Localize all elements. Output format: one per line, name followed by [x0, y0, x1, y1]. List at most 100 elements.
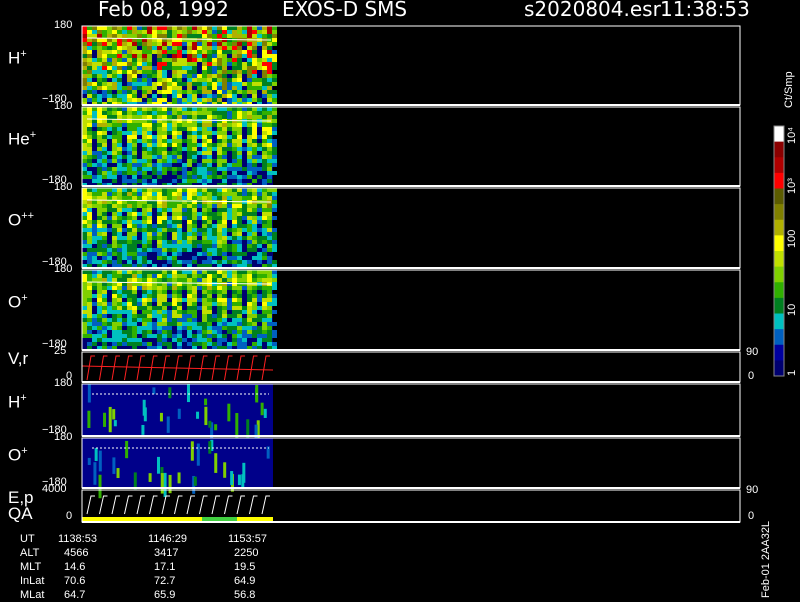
heatmap-cell [257, 159, 262, 163]
heatmap-cell [137, 139, 142, 143]
heatmap-cell [172, 70, 177, 74]
heatmap-cell [272, 216, 277, 220]
heatmap-cell [112, 314, 117, 318]
heatmap-cell [172, 42, 177, 46]
heatmap-cell [137, 204, 142, 208]
colorbar-segment [774, 313, 784, 330]
heatmap-cell [147, 260, 152, 264]
heatmap-cell [207, 282, 212, 286]
heatmap-cell [147, 232, 152, 236]
heatmap-cell [257, 338, 262, 342]
heatmap-cell [122, 252, 127, 256]
heatmap-cell [247, 90, 252, 94]
panel-label-vr: V,r [8, 349, 28, 369]
heatmap-cell [237, 334, 242, 338]
heatmap-cell [162, 270, 167, 274]
heatmap-cell [212, 78, 217, 82]
heatmap-cell [117, 163, 122, 167]
heatmap-cell [237, 212, 242, 216]
heatmap-cell [232, 252, 237, 256]
heatmap-cell [252, 294, 257, 298]
heatmap-cell [117, 196, 122, 200]
heatmap-cell [147, 310, 152, 314]
heatmap-cell [192, 188, 197, 192]
heatmap-cell [247, 196, 252, 200]
heatmap-cell [182, 179, 187, 183]
heatmap-cell [92, 318, 97, 322]
heatmap-cell [187, 216, 192, 220]
heatmap-cell [242, 115, 247, 119]
heatmap-cell [157, 58, 162, 62]
heatmap-cell [102, 147, 107, 151]
heatmap-cell [152, 135, 157, 139]
heatmap-cell [212, 196, 217, 200]
heatmap-cell [162, 127, 167, 131]
heatmap-cell [257, 274, 262, 278]
heatmap-cell [208, 441, 212, 454]
heatmap-cell [232, 127, 237, 131]
heatmap-cell [227, 107, 232, 111]
heatmap-cell [127, 135, 132, 139]
heatmap-cell [187, 143, 192, 147]
heatmap-cell [112, 204, 117, 208]
heatmap-cell [252, 224, 257, 228]
heatmap-cell [202, 260, 207, 264]
energy-trace [136, 495, 145, 515]
heatmap-cell [217, 155, 222, 159]
energy-trace [211, 495, 220, 515]
heatmap-cell [137, 330, 142, 334]
velocity-trace [86, 355, 95, 381]
heatmap-cell [112, 330, 117, 334]
heatmap-cell [207, 98, 212, 102]
heatmap-cell [167, 302, 172, 306]
heatmap-cell [197, 50, 202, 54]
heatmap-cell [87, 94, 92, 98]
heatmap-cell [117, 318, 122, 322]
heatmap-cell [207, 208, 212, 212]
heatmap-cell [112, 34, 117, 38]
energy-trace [236, 495, 245, 515]
heatmap-cell [82, 192, 87, 196]
heatmap-cell [227, 244, 232, 248]
heatmap-cell [177, 326, 182, 330]
heatmap-cell [87, 127, 92, 131]
heatmap-cell [87, 34, 92, 38]
heatmap-cell [237, 290, 242, 294]
heatmap-cell [177, 131, 182, 135]
heatmap-cell [232, 326, 237, 330]
heatmap-cell [207, 115, 212, 119]
heatmap-cell [127, 159, 132, 163]
heatmap-cell [102, 244, 107, 248]
heatmap-cell [97, 50, 102, 54]
heatmap-cell [112, 286, 117, 290]
heatmap-cell [157, 286, 162, 290]
heatmap-cell [167, 318, 172, 322]
heatmap-cell [122, 42, 127, 46]
heatmap-cell [162, 286, 167, 290]
heatmap-cell [237, 294, 242, 298]
heatmap-cell [217, 248, 222, 252]
heatmap-cell [272, 282, 277, 286]
heatmap-cell [112, 274, 117, 278]
heatmap-cell [92, 86, 97, 90]
heatmap-cell [227, 34, 232, 38]
heatmap-cell [87, 384, 91, 403]
heatmap-cell [87, 86, 92, 90]
heatmap-cell [272, 66, 277, 70]
heatmap-cell [272, 286, 277, 290]
heatmap-cell [102, 224, 107, 228]
heatmap-cell [222, 334, 227, 338]
heatmap-cell [82, 302, 87, 306]
panel-label-text: H [8, 392, 21, 412]
heatmap-cell [257, 314, 262, 318]
heatmap-cell [82, 127, 87, 131]
heatmap-cell [132, 204, 137, 208]
heatmap-cell [272, 98, 277, 102]
heatmap-cell [222, 127, 227, 131]
velocity-trace [261, 355, 270, 381]
heatmap-cell [262, 46, 267, 50]
heatmap-cell [177, 82, 182, 86]
heatmap-cell [247, 244, 252, 248]
heatmap-cell [217, 212, 222, 216]
heatmap-cell [117, 236, 122, 240]
